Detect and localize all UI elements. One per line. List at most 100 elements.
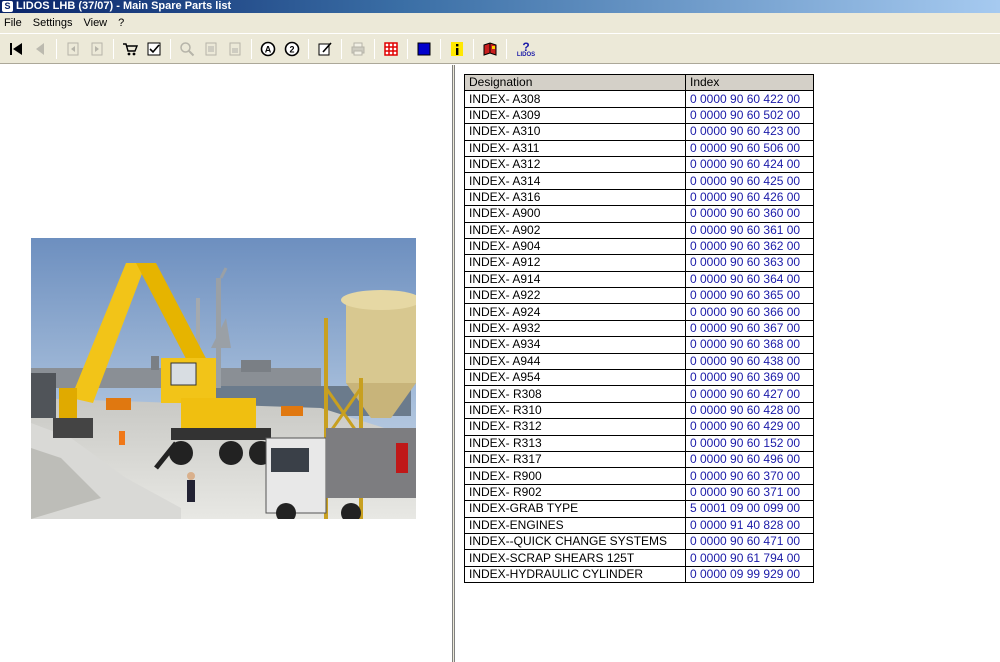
table-row[interactable]: INDEX- A309 0 0000 90 60 502 00 xyxy=(464,106,814,125)
index-link[interactable]: 0 0000 90 60 471 00 xyxy=(685,532,814,551)
designation-cell[interactable]: INDEX--QUICK CHANGE SYSTEMS xyxy=(464,532,686,551)
index-link[interactable]: 0 0000 90 60 364 00 xyxy=(685,270,814,289)
table-row[interactable]: INDEX- R317 0 0000 90 60 496 00 xyxy=(464,450,814,469)
zoom-button[interactable] xyxy=(177,39,197,59)
designation-cell[interactable]: INDEX- A912 xyxy=(464,254,686,272)
table-row[interactable]: INDEX- A312 0 0000 90 60 424 00 xyxy=(464,155,814,174)
designation-cell[interactable]: INDEX- R312 xyxy=(464,418,686,436)
designation-cell[interactable]: INDEX- A914 xyxy=(464,270,686,289)
index-link[interactable]: 0 0000 90 60 427 00 xyxy=(685,385,814,403)
table-row[interactable]: INDEX- A944 0 0000 90 60 438 00 xyxy=(464,352,814,371)
first-record-button[interactable] xyxy=(6,39,26,59)
table-row[interactable]: INDEX- A932 0 0000 90 60 367 00 xyxy=(464,319,814,338)
designation-cell[interactable]: INDEX- A900 xyxy=(464,205,686,223)
designation-cell[interactable]: INDEX- R902 xyxy=(464,483,686,502)
index-link[interactable]: 0 0000 90 60 365 00 xyxy=(685,287,814,305)
table-row[interactable]: INDEX- A311 0 0000 90 60 506 00 xyxy=(464,139,814,157)
index-link[interactable]: 0 0000 90 60 366 00 xyxy=(685,303,814,321)
cart-button[interactable] xyxy=(120,39,140,59)
table-row[interactable]: INDEX-HYDRAULIC CYLINDER 0 0000 09 99 929… xyxy=(464,565,814,584)
index-link[interactable]: 5 0001 09 00 099 00 xyxy=(685,500,814,518)
index-link[interactable]: 0 0000 90 61 794 00 xyxy=(685,549,814,567)
designation-cell[interactable]: INDEX- A934 xyxy=(464,336,686,354)
marker-a-button[interactable]: A xyxy=(258,39,278,59)
index-link[interactable]: 0 0000 90 60 506 00 xyxy=(685,139,814,157)
table-row[interactable]: INDEX-ENGINES 0 0000 91 40 828 00 xyxy=(464,516,814,534)
designation-cell[interactable]: INDEX-GRAB TYPE xyxy=(464,500,686,518)
table-row[interactable]: INDEX- A902 0 0000 90 60 361 00 xyxy=(464,221,814,239)
table-row[interactable]: INDEX--QUICK CHANGE SYSTEMS 0 0000 90 60 … xyxy=(464,532,814,551)
book-button[interactable] xyxy=(480,39,500,59)
designation-cell[interactable]: INDEX- A310 xyxy=(464,123,686,141)
checklist-button[interactable] xyxy=(144,39,164,59)
designation-cell[interactable]: INDEX-HYDRAULIC CYLINDER xyxy=(464,565,686,584)
designation-cell[interactable]: INDEX- A902 xyxy=(464,221,686,239)
index-link[interactable]: 0 0000 90 60 438 00 xyxy=(685,352,814,371)
table-row[interactable]: INDEX- A914 0 0000 90 60 364 00 xyxy=(464,270,814,289)
table-row[interactable]: INDEX- A316 0 0000 90 60 426 00 xyxy=(464,188,814,207)
designation-cell[interactable]: INDEX-ENGINES xyxy=(464,516,686,534)
table-row[interactable]: INDEX- A922 0 0000 90 60 365 00 xyxy=(464,287,814,305)
table-row[interactable]: INDEX- A954 0 0000 90 60 369 00 xyxy=(464,369,814,387)
index-link[interactable]: 0 0000 90 60 367 00 xyxy=(685,319,814,338)
index-link[interactable]: 0 0000 90 60 371 00 xyxy=(685,483,814,502)
grid-button[interactable] xyxy=(381,39,401,59)
designation-cell[interactable]: INDEX- R310 xyxy=(464,401,686,420)
designation-cell[interactable]: INDEX- A944 xyxy=(464,352,686,371)
table-row[interactable]: INDEX-SCRAP SHEARS 125T 0 0000 90 61 794 … xyxy=(464,549,814,567)
edit-note-button[interactable] xyxy=(315,39,335,59)
copy-page-button[interactable] xyxy=(201,39,221,59)
table-row[interactable]: INDEX- A310 0 0000 90 60 423 00 xyxy=(464,123,814,141)
designation-cell[interactable]: INDEX-SCRAP SHEARS 125T xyxy=(464,549,686,567)
designation-cell[interactable]: INDEX- R308 xyxy=(464,385,686,403)
table-row[interactable]: INDEX- R902 0 0000 90 60 371 00 xyxy=(464,483,814,502)
designation-cell[interactable]: INDEX- R900 xyxy=(464,467,686,485)
designation-cell[interactable]: INDEX- A924 xyxy=(464,303,686,321)
index-link[interactable]: 0 0000 90 60 429 00 xyxy=(685,418,814,436)
table-row[interactable]: INDEX- A934 0 0000 90 60 368 00 xyxy=(464,336,814,354)
table-row[interactable]: INDEX- R310 0 0000 90 60 428 00 xyxy=(464,401,814,420)
page-forward-button[interactable] xyxy=(87,39,107,59)
designation-cell[interactable]: INDEX- A932 xyxy=(464,319,686,338)
info-button[interactable] xyxy=(447,39,467,59)
index-link[interactable]: 0 0000 90 60 152 00 xyxy=(685,434,814,452)
table-row[interactable]: INDEX- R312 0 0000 90 60 429 00 xyxy=(464,418,814,436)
designation-cell[interactable]: INDEX- A922 xyxy=(464,287,686,305)
designation-cell[interactable]: INDEX- A308 xyxy=(464,90,686,108)
previous-record-button[interactable] xyxy=(30,39,50,59)
index-link[interactable]: 0 0000 90 60 428 00 xyxy=(685,401,814,420)
table-row[interactable]: INDEX- A904 0 0000 90 60 362 00 xyxy=(464,237,814,256)
menu-file[interactable]: File xyxy=(2,17,29,29)
table-row[interactable]: INDEX- R313 0 0000 90 60 152 00 xyxy=(464,434,814,452)
index-link[interactable]: 0 0000 90 60 370 00 xyxy=(685,467,814,485)
page-back-button[interactable] xyxy=(63,39,83,59)
index-link[interactable]: 0 0000 90 60 362 00 xyxy=(685,237,814,256)
column-header-index[interactable]: Index xyxy=(685,73,814,92)
designation-cell[interactable]: INDEX- A314 xyxy=(464,172,686,190)
menu-view[interactable]: View xyxy=(81,17,114,29)
menu-help[interactable]: ? xyxy=(116,17,131,29)
table-row[interactable]: INDEX- A308 0 0000 90 60 422 00 xyxy=(464,90,814,108)
blue-square-button[interactable] xyxy=(414,39,434,59)
lidos-help-button[interactable]: ? LIDOS xyxy=(513,39,539,59)
designation-cell[interactable]: INDEX- A904 xyxy=(464,237,686,256)
index-link[interactable]: 0 0000 09 99 929 00 xyxy=(685,565,814,584)
index-link[interactable]: 0 0000 90 60 369 00 xyxy=(685,369,814,387)
index-link[interactable]: 0 0000 90 60 363 00 xyxy=(685,254,814,272)
window-title-bar[interactable]: S LIDOS LHB (37/07) - Main Spare Parts l… xyxy=(0,0,1000,13)
index-link[interactable]: 0 0000 91 40 828 00 xyxy=(685,516,814,534)
paste-page-button[interactable] xyxy=(225,39,245,59)
print-button[interactable] xyxy=(348,39,368,59)
table-row[interactable]: INDEX- R308 0 0000 90 60 427 00 xyxy=(464,385,814,403)
index-link[interactable]: 0 0000 90 60 426 00 xyxy=(685,188,814,207)
designation-cell[interactable]: INDEX- A316 xyxy=(464,188,686,207)
index-link[interactable]: 0 0000 90 60 361 00 xyxy=(685,221,814,239)
index-link[interactable]: 0 0000 90 60 360 00 xyxy=(685,205,814,223)
index-link[interactable]: 0 0000 90 60 423 00 xyxy=(685,123,814,141)
table-row[interactable]: INDEX- A314 0 0000 90 60 425 00 xyxy=(464,172,814,190)
index-link[interactable]: 0 0000 90 60 502 00 xyxy=(685,106,814,125)
table-row[interactable]: INDEX- R900 0 0000 90 60 370 00 xyxy=(464,467,814,485)
index-link[interactable]: 0 0000 90 60 424 00 xyxy=(685,155,814,174)
index-link[interactable]: 0 0000 90 60 496 00 xyxy=(685,450,814,469)
table-row[interactable]: INDEX- A924 0 0000 90 60 366 00 xyxy=(464,303,814,321)
